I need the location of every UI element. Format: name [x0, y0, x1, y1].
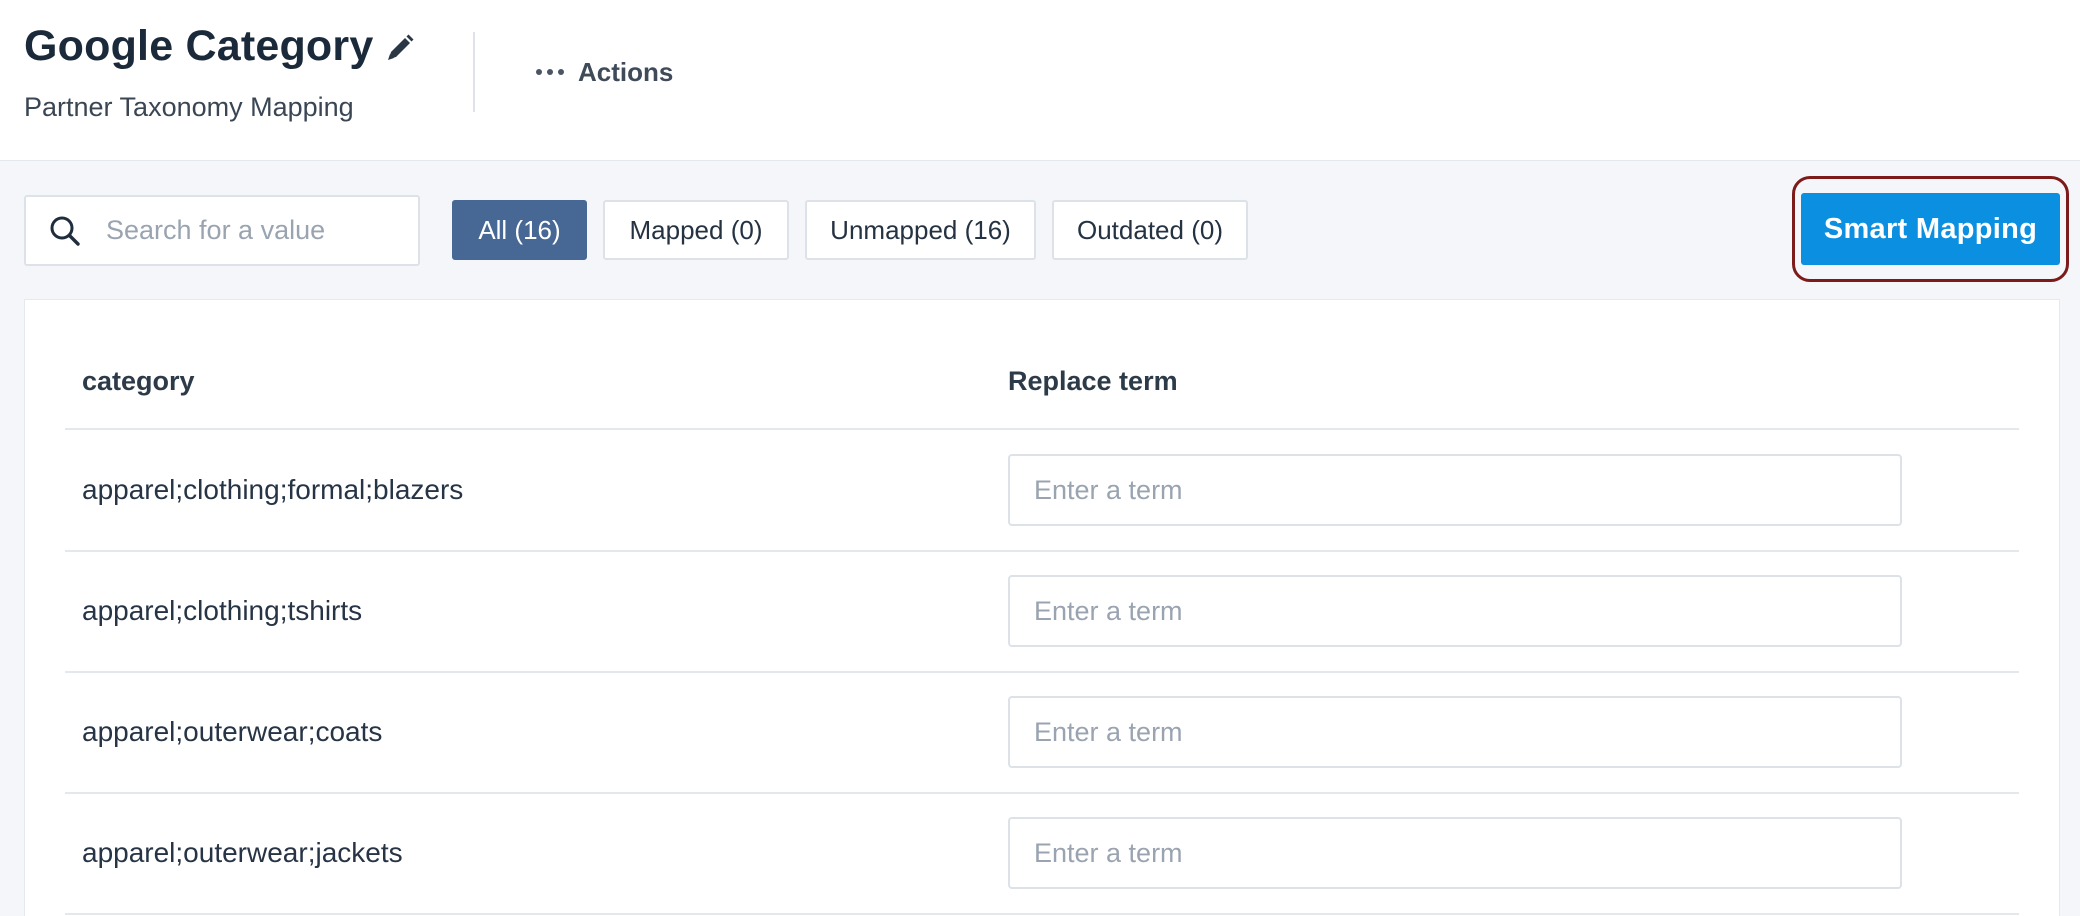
replace-term-input[interactable]: [1008, 454, 1902, 526]
smart-mapping-button[interactable]: Smart Mapping: [1801, 193, 2060, 265]
column-header-replace-term: Replace term: [1008, 366, 1178, 396]
filter-all[interactable]: All (16): [452, 200, 587, 260]
header-divider-line: [65, 428, 2019, 430]
table-row-category: apparel;clothing;tshirts: [82, 595, 363, 626]
table-row-category: apparel;outerwear;jackets: [82, 837, 403, 868]
row-divider: [65, 913, 2019, 915]
pencil-icon[interactable]: [384, 32, 416, 64]
filter-mapped[interactable]: Mapped (0): [603, 200, 789, 260]
page-header: Google Category Partner Taxonomy Mapping…: [0, 0, 2080, 161]
search-icon: [48, 214, 82, 248]
search-input[interactable]: [106, 215, 396, 246]
replace-term-input[interactable]: [1008, 817, 1902, 889]
page-title: Google Category: [24, 22, 374, 70]
filter-outdated[interactable]: Outdated (0): [1052, 200, 1248, 260]
table-row-category: apparel;clothing;formal;blazers: [82, 474, 464, 505]
actions-menu-button[interactable]: Actions: [536, 52, 673, 92]
search-box[interactable]: [24, 195, 420, 266]
header-divider: [473, 32, 475, 112]
row-divider: [65, 671, 2019, 673]
row-divider: [65, 550, 2019, 552]
row-divider: [65, 792, 2019, 794]
more-dots-icon: [536, 69, 564, 75]
replace-term-input[interactable]: [1008, 696, 1902, 768]
replace-term-input[interactable]: [1008, 575, 1902, 647]
filter-unmapped[interactable]: Unmapped (16): [805, 200, 1036, 260]
column-header-category: category: [82, 366, 195, 396]
table-row-category: apparel;outerwear;coats: [82, 716, 383, 747]
page-subtitle: Partner Taxonomy Mapping: [24, 92, 354, 122]
actions-label: Actions: [578, 56, 674, 87]
